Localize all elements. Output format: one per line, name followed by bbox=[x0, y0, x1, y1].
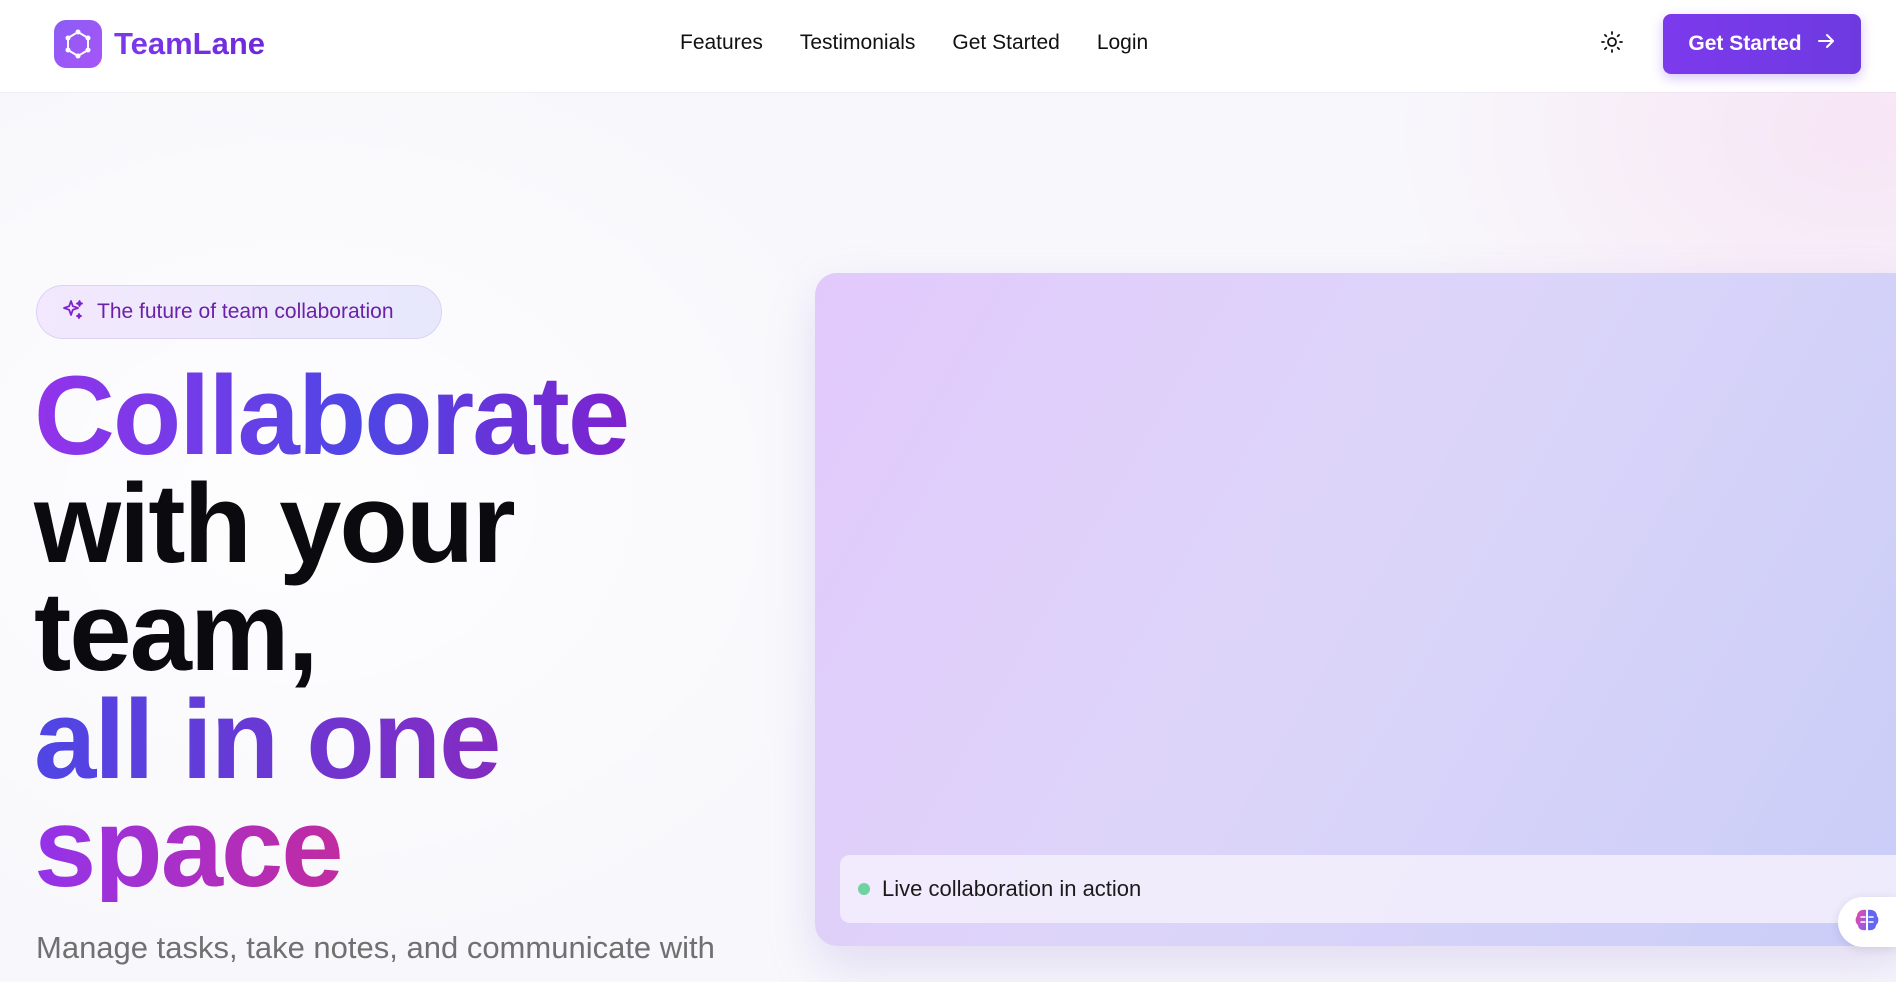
nav-link-features[interactable]: Features bbox=[680, 27, 763, 59]
hero-headline: Collaborate with your team, all in one s… bbox=[34, 353, 630, 904]
nav-link-login[interactable]: Login bbox=[1097, 27, 1148, 59]
assistant-widget-button[interactable] bbox=[1838, 897, 1896, 947]
main-nav: Features Testimonials Get Started Login bbox=[680, 27, 1148, 59]
sun-icon bbox=[1600, 30, 1624, 59]
live-status-dot bbox=[858, 883, 870, 895]
headline-line-5: space bbox=[34, 792, 628, 904]
headline-line-4: all in one bbox=[34, 684, 628, 796]
hero-subtitle: Manage tasks, take notes, and communicat… bbox=[36, 930, 715, 965]
live-status-text: Live collaboration in action bbox=[882, 876, 1142, 901]
headline-line-3: team, bbox=[34, 569, 319, 694]
get-started-label: Get Started bbox=[1688, 32, 1802, 55]
brand-name: TeamLane bbox=[114, 26, 266, 61]
theme-toggle-button[interactable] bbox=[1594, 26, 1630, 62]
headline-line-2: with your bbox=[34, 461, 516, 586]
hero-badge-text: The future of team collaboration bbox=[97, 300, 394, 323]
brand-logo-link[interactable]: TeamLane bbox=[54, 20, 265, 68]
hero-preview-card: Live collaboration in action bbox=[815, 273, 1896, 946]
live-status-bar: Live collaboration in action bbox=[840, 855, 1896, 923]
arrow-right-icon bbox=[1816, 31, 1836, 57]
get-started-button[interactable]: Get Started bbox=[1663, 14, 1861, 74]
hexagon-network-icon bbox=[54, 20, 102, 68]
headline-line-1: Collaborate bbox=[34, 353, 630, 478]
top-navbar: TeamLane Features Testimonials Get Start… bbox=[0, 0, 1896, 92]
brain-icon bbox=[1852, 905, 1882, 940]
hero-badge: The future of team collaboration bbox=[36, 285, 442, 339]
nav-link-testimonials[interactable]: Testimonials bbox=[800, 27, 916, 59]
nav-link-get-started[interactable]: Get Started bbox=[952, 27, 1059, 59]
sparkles-icon bbox=[61, 298, 85, 327]
